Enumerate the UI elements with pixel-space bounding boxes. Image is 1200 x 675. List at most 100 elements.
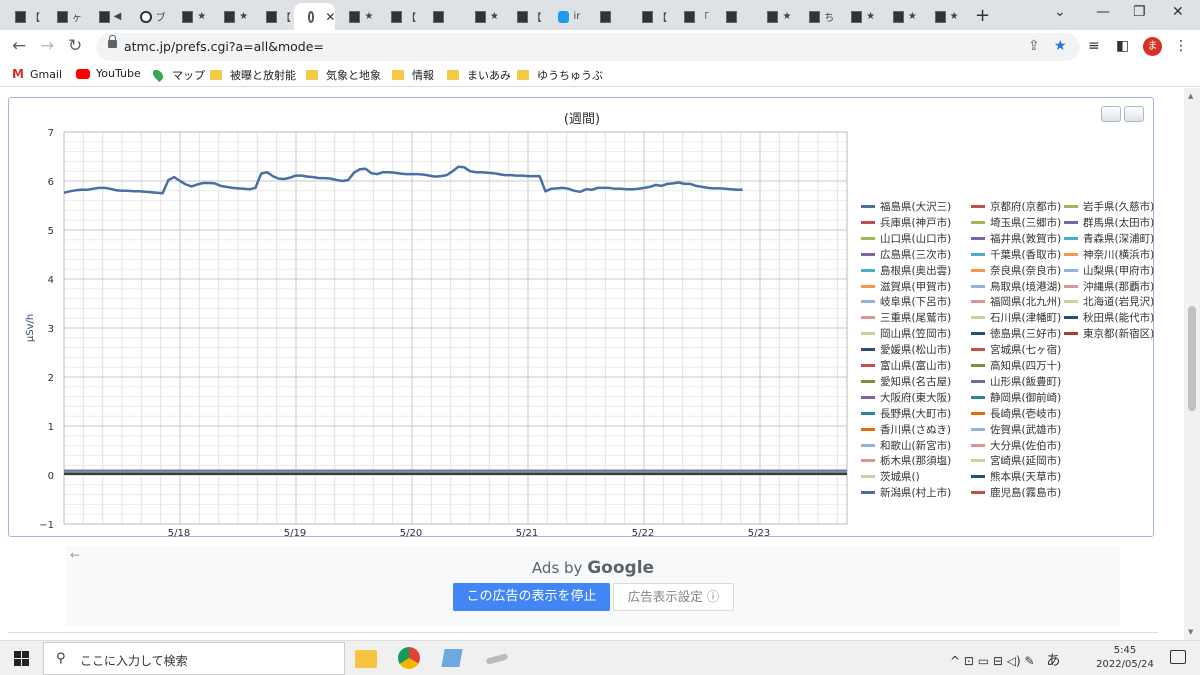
browser-tab[interactable]: ヶ — [43, 3, 85, 30]
browser-tab[interactable] — [712, 3, 754, 30]
windows-start-icon[interactable] — [14, 651, 29, 666]
legend-item[interactable]: 鳥取県(境港湖) — [971, 279, 1061, 294]
system-tray[interactable]: ^ ⊡ ▭ ⊟ ◁) ✎ あ — [950, 650, 1060, 670]
legend-item[interactable]: 広島県(三次市) — [861, 247, 951, 262]
legend-item[interactable]: 佐賀県(武雄市) — [971, 422, 1061, 437]
app-icon[interactable] — [485, 653, 509, 665]
browser-tab[interactable] — [586, 3, 628, 30]
browser-tab[interactable]: 【 — [252, 3, 294, 30]
browser-tab[interactable]: ir — [544, 3, 586, 30]
legend-item[interactable]: 徳島県(三好市) — [971, 326, 1061, 341]
file-explorer-icon[interactable] — [355, 650, 377, 668]
legend-item[interactable]: 福井県(敦賀市) — [971, 231, 1061, 246]
bookmark-folder-radiation[interactable]: 被曝と放射能 — [210, 67, 296, 83]
minimize-button[interactable]: — — [1096, 4, 1110, 20]
legend-item[interactable]: 三重県(尾鷲市) — [861, 310, 951, 325]
new-tab-button[interactable]: + — [975, 5, 990, 26]
legend-item[interactable]: 長野県(大町市) — [861, 406, 951, 421]
legend-item[interactable]: 香川県(さぬき) — [861, 422, 951, 437]
legend-item[interactable]: 山口県(山口市) — [861, 231, 951, 246]
legend-item[interactable]: 大阪府(東大阪) — [861, 390, 951, 405]
browser-tab[interactable]: 【 — [628, 3, 670, 30]
bookmark-folder-maiami[interactable]: まいあみ — [447, 67, 511, 83]
legend-item[interactable]: 新潟県(村上市) — [861, 485, 951, 500]
browser-tab[interactable]: ★ — [168, 3, 210, 30]
menu-kebab-icon[interactable]: ⋮ — [1174, 38, 1188, 54]
notification-icon[interactable] — [1170, 650, 1186, 664]
legend-item[interactable]: 和歌山(新宮市) — [861, 438, 951, 453]
clock[interactable]: 5:45 2022/05/24 — [1090, 644, 1160, 672]
legend-item[interactable]: 東京都(新宿区) — [1064, 326, 1154, 341]
bookmark-folder-info[interactable]: 情報 — [392, 67, 434, 83]
browser-tab[interactable]: 【 — [377, 3, 419, 30]
legend-item[interactable]: 宮崎県(延岡市) — [971, 453, 1061, 468]
taskbar-search[interactable]: ⚲ ここに入力して検索 — [43, 642, 345, 675]
close-button[interactable]: ✕ — [1172, 4, 1184, 20]
legend-item[interactable]: 滋賀県(甲賀市) — [861, 279, 951, 294]
browser-tab[interactable]: ★ — [879, 3, 921, 30]
browser-tab[interactable] — [419, 3, 461, 30]
browser-tab[interactable]: 【 — [503, 3, 545, 30]
legend-item[interactable]: 愛知県(名古屋) — [861, 374, 951, 389]
legend-item[interactable]: 宮城県(七ヶ宿) — [971, 342, 1061, 357]
browser-tab[interactable]: ★ — [461, 3, 503, 30]
reading-list-icon[interactable]: ≡ — [1088, 38, 1100, 54]
legend-item[interactable]: 神奈川(横浜市) — [1064, 247, 1154, 262]
legend-item[interactable]: 島根県(奥出雲) — [861, 263, 951, 278]
bookmark-gmail[interactable]: M Gmail — [12, 67, 62, 81]
legend-item[interactable]: 北海道(岩見沢) — [1064, 294, 1154, 309]
address-bar[interactable]: atmc.jp/prefs.cgi?a=all&mode= ⇪ ★ — [96, 33, 1080, 61]
side-panel-icon[interactable]: ◧ — [1116, 38, 1129, 54]
browser-tab[interactable]: ブ — [126, 3, 168, 30]
browser-tab[interactable]: ★ — [753, 3, 795, 30]
browser-tab[interactable]: ✕ — [293, 3, 336, 30]
bookmark-youtube[interactable]: YouTube — [76, 67, 141, 80]
legend-item[interactable]: 山形県(飯豊町) — [971, 374, 1061, 389]
browser-tab[interactable]: ち — [795, 3, 837, 30]
legend-item[interactable]: 青森県(深浦町) — [1064, 231, 1154, 246]
legend-item[interactable]: 岐阜県(下呂市) — [861, 294, 951, 309]
scroll-up-arrow-icon[interactable]: ▲ — [1188, 92, 1193, 100]
bookmark-folder-weather[interactable]: 気象と地象 — [306, 67, 381, 83]
legend-item[interactable]: 愛媛県(松山市) — [861, 342, 951, 357]
scroll-down-arrow-icon[interactable]: ▼ — [1188, 628, 1193, 636]
legend-item[interactable]: 京都府(京都市) — [971, 199, 1061, 214]
reload-icon[interactable]: ↻ — [68, 36, 82, 56]
stop-ad-button[interactable]: この広告の表示を停止 — [453, 583, 610, 611]
browser-tab[interactable]: 【 — [1, 3, 43, 30]
legend-item[interactable]: 群馬県(太田市) — [1064, 215, 1154, 230]
legend-item[interactable]: 埼玉県(三郷市) — [971, 215, 1061, 230]
lock-icon[interactable] — [108, 35, 117, 48]
legend-item[interactable]: 鹿児島(霧島市) — [971, 485, 1061, 500]
tab-search-icon[interactable]: ⌄ — [1054, 4, 1066, 20]
legend-item[interactable]: 富山県(富山市) — [861, 358, 951, 373]
profile-avatar[interactable]: ま — [1143, 37, 1162, 56]
legend-item[interactable]: 兵庫県(神戸市) — [861, 215, 951, 230]
bookmark-maps[interactable]: マップ — [150, 67, 205, 83]
legend-item[interactable]: 静岡県(御前崎) — [971, 390, 1061, 405]
browser-tab[interactable]: ★ — [921, 3, 963, 30]
chrome-icon[interactable] — [398, 647, 420, 669]
browser-tab[interactable]: ★ — [837, 3, 879, 30]
legend-item[interactable]: 大分県(佐伯市) — [971, 438, 1061, 453]
back-arrow-icon[interactable]: ← — [12, 36, 26, 56]
legend-item[interactable]: 奈良県(奈良市) — [971, 263, 1061, 278]
legend-item[interactable]: 熊本県(天草市) — [971, 469, 1061, 484]
browser-tab[interactable]: ★ — [210, 3, 252, 30]
legend-item[interactable]: 山梨県(甲府市) — [1064, 263, 1154, 278]
legend-item[interactable]: 沖縄県(那覇市) — [1064, 279, 1154, 294]
bookmark-star-icon[interactable]: ★ — [1054, 38, 1067, 54]
page-scrollbar[interactable]: ▲ ▼ — [1184, 88, 1200, 640]
legend-item[interactable]: 高知県(四万十) — [971, 358, 1061, 373]
tray-icons[interactable]: ^ ⊡ ▭ ⊟ ◁) ✎ — [950, 654, 1035, 668]
browser-tab[interactable]: 「 — [670, 3, 712, 30]
ime-indicator[interactable]: あ — [1046, 653, 1060, 669]
bookmark-folder-youtube[interactable]: ゆうちゅうぶ — [517, 67, 603, 83]
url-text[interactable]: atmc.jp/prefs.cgi?a=all&mode= — [124, 39, 324, 54]
legend-item[interactable]: 茨城県() — [861, 469, 920, 484]
legend-item[interactable]: 福島県(大沢三) — [861, 199, 951, 214]
legend-item[interactable]: 秋田県(能代市) — [1064, 310, 1154, 325]
legend-item[interactable]: 石川県(津幡町) — [971, 310, 1061, 325]
notepad-app-icon[interactable] — [441, 649, 463, 667]
scroll-thumb[interactable] — [1188, 306, 1196, 411]
